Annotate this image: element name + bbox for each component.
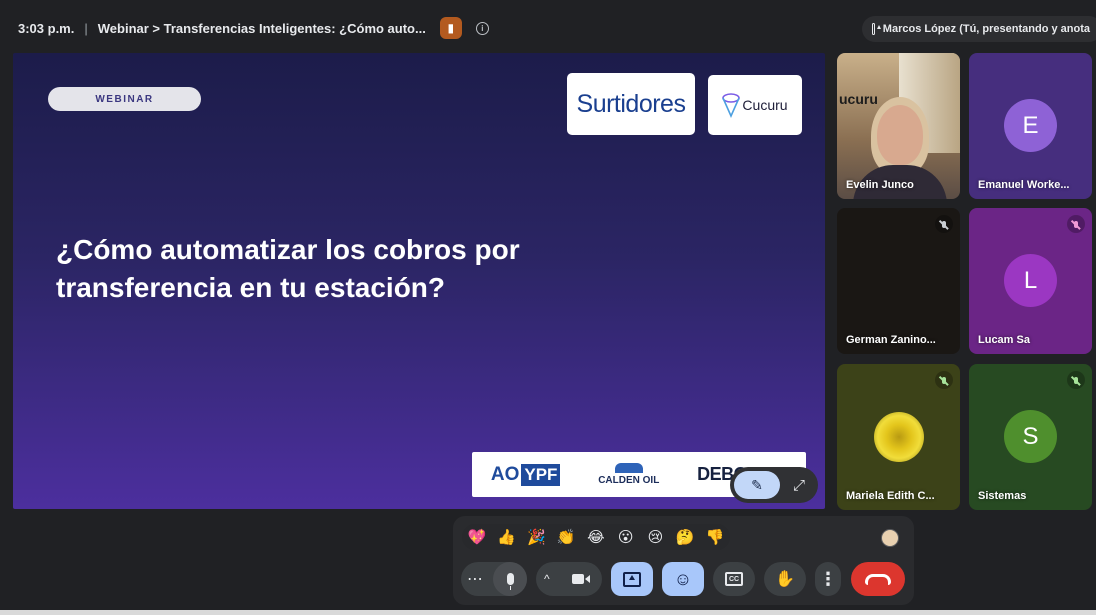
reaction-heart[interactable]: 💖 xyxy=(464,528,490,546)
reaction-thinking[interactable]: 🤔 xyxy=(672,528,698,546)
participant-name: Sistemas xyxy=(978,490,1027,502)
cucuru-logo-text: Cucuru xyxy=(742,97,788,113)
cucuru-logo: Cucuru xyxy=(708,75,802,135)
participant-tile-emanuel[interactable]: E Emanuel Worke... xyxy=(969,53,1092,199)
presenting-icon xyxy=(872,23,881,35)
presented-slide: WEBINAR Surtidores Cucuru ¿Cómo automati… xyxy=(13,53,825,509)
fullscreen-button[interactable]: ⤢ xyxy=(786,472,812,498)
slide-title-line-2: transferencia en tu estación? xyxy=(56,272,446,303)
emoji-icon: ☺ xyxy=(673,568,693,589)
ao-ypf-logo: AO YPF xyxy=(490,463,561,486)
participant-tile-sistemas[interactable]: S Sistemas xyxy=(969,364,1092,510)
present-screen-button[interactable] xyxy=(611,562,653,596)
ypf-logo-text: YPF xyxy=(521,463,561,486)
leave-call-button[interactable] xyxy=(851,562,905,596)
captions-button[interactable]: CC xyxy=(713,562,755,596)
title-separator: | xyxy=(84,20,88,36)
reaction-thumbs-up[interactable]: 👍 xyxy=(494,528,520,546)
muted-mic-icon xyxy=(935,215,953,233)
reaction-sad[interactable]: 😢 xyxy=(642,528,668,546)
avatar: E xyxy=(1004,99,1057,152)
clock: 3:03 p.m. xyxy=(18,20,75,36)
muted-mic-icon xyxy=(935,371,953,389)
camera-control-group: ^ xyxy=(536,562,602,596)
microphone-button[interactable] xyxy=(493,562,527,596)
participant-name: Mariela Edith C... xyxy=(846,490,935,502)
camera-button[interactable] xyxy=(564,564,594,594)
captions-icon: CC xyxy=(725,572,743,586)
ao-logo-text: AO xyxy=(490,463,520,485)
camera-icon xyxy=(571,574,590,584)
meeting-top-bar: 3:03 p.m. | Webinar > Transferencias Int… xyxy=(0,0,1096,56)
surtidores-logo-text: Surtidores xyxy=(576,89,686,118)
meeting-title: Webinar > Transferencias Inteligentes: ¿… xyxy=(97,20,426,36)
microphone-icon xyxy=(506,573,514,590)
participant-name: Emanuel Worke... xyxy=(978,179,1070,191)
participant-name: German Zanino... xyxy=(846,334,936,346)
cucuru-cone-icon xyxy=(722,93,741,118)
reaction-surprised[interactable]: 😮 xyxy=(613,528,639,546)
webinar-tag: WEBINAR xyxy=(48,87,201,111)
raise-hand-icon: ✋ xyxy=(775,571,795,588)
present-screen-icon xyxy=(623,571,641,587)
more-vertical-icon: ⋮ xyxy=(819,568,837,589)
pen-icon: ✎ xyxy=(751,476,763,493)
reaction-clap[interactable]: 👏 xyxy=(553,528,579,546)
participant-name: Lucam Sa xyxy=(978,334,1030,346)
participant-name: Evelin Junco xyxy=(846,179,914,191)
slide-title: ¿Cómo automatizar los cobros por transfe… xyxy=(56,231,656,307)
video-options-button[interactable]: ^ xyxy=(544,572,550,586)
reaction-laugh[interactable]: 😂 xyxy=(583,528,609,546)
host-controls-icon[interactable]: ▮ xyxy=(439,17,462,39)
mic-control-group: ⋯ xyxy=(461,562,527,596)
participant-tile-lucam[interactable]: L Lucam Sa xyxy=(969,208,1092,354)
skin-tone-selector[interactable] xyxy=(881,529,899,547)
reaction-party[interactable]: 🎉 xyxy=(523,528,549,546)
participant-video-face xyxy=(877,105,923,165)
reaction-bar: 💖 👍 🎉 👏 😂 😮 😢 🤔 👎 xyxy=(462,524,730,550)
participant-tile-evelin[interactable]: ucuru Evelin Junco xyxy=(837,53,960,199)
taskbar-edge xyxy=(0,610,1096,615)
presenter-status-label: Marcos López (Tú, presentando y anota xyxy=(882,23,1090,35)
participant-tile-mariela[interactable]: Mariela Edith C... xyxy=(837,364,960,510)
more-options-button[interactable]: ⋮ xyxy=(815,562,841,596)
audio-options-button[interactable]: ⋯ xyxy=(467,569,483,589)
presenter-status-pill[interactable]: Marcos López (Tú, presentando y anota xyxy=(862,16,1096,42)
end-call-icon xyxy=(865,573,891,585)
raise-hand-button[interactable]: ✋ xyxy=(764,562,806,596)
flower-avatar xyxy=(874,412,924,462)
annotate-toggle-button[interactable]: ✎ xyxy=(734,471,780,499)
expand-icon: ⤢ xyxy=(792,476,805,494)
muted-mic-icon xyxy=(1067,215,1085,233)
reaction-thumbs-down[interactable]: 👎 xyxy=(702,528,728,546)
calden-oil-logo: CALDEN OIL xyxy=(598,463,659,486)
calden-roof-icon xyxy=(614,463,643,473)
surtidores-logo: Surtidores xyxy=(567,73,695,135)
muted-mic-icon xyxy=(1067,371,1085,389)
avatar: S xyxy=(1004,410,1057,463)
slide-title-line-1: ¿Cómo automatizar los cobros por xyxy=(56,234,520,265)
meeting-info-icon[interactable]: i xyxy=(475,21,489,35)
background-sign: ucuru xyxy=(839,91,878,107)
participant-tile-german[interactable]: German Zanino... xyxy=(837,208,960,354)
emoji-reactions-button[interactable]: ☺ xyxy=(662,562,704,596)
presentation-controls: ✎ ⤢ xyxy=(730,467,818,503)
calden-logo-text: CALDEN OIL xyxy=(598,475,660,486)
avatar: L xyxy=(1004,254,1057,307)
